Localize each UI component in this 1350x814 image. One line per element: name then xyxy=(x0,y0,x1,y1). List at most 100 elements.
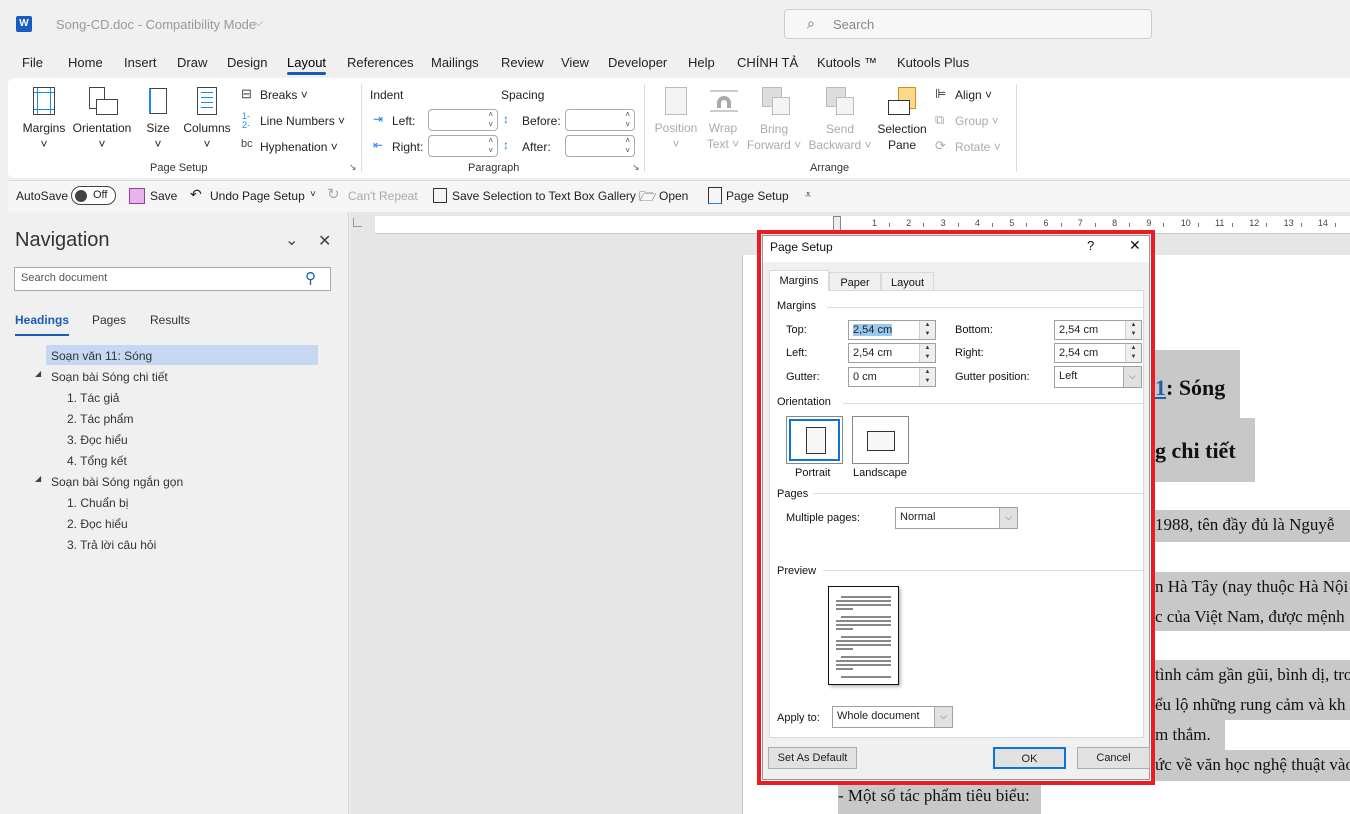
ruler-number: 8 xyxy=(1112,218,1118,228)
position-button[interactable]: Position ˅ xyxy=(650,120,702,152)
tab-view[interactable]: View xyxy=(561,55,589,70)
heading-item[interactable]: Soạn bài Sóng chi tiết xyxy=(51,370,168,384)
indent-left-input[interactable] xyxy=(428,109,498,131)
breaks-button[interactable]: Breaks ˅ xyxy=(260,88,308,102)
tab-review[interactable]: Review xyxy=(501,55,544,70)
group-button[interactable]: Group ˅ xyxy=(955,114,999,128)
tab-references[interactable]: References xyxy=(347,55,413,70)
orientation-button[interactable]: Orientation ˅ xyxy=(70,120,134,152)
wrap-text-button[interactable]: Wrap Text ˅ xyxy=(702,120,744,152)
spinner[interactable]: ▲ ▼ xyxy=(1125,321,1141,339)
tab-insert[interactable]: Insert xyxy=(124,55,157,70)
close-icon[interactable]: ✕ xyxy=(318,231,331,251)
tab-kutools-plus[interactable]: Kutools Plus xyxy=(897,55,969,70)
close-icon[interactable]: ✕ xyxy=(1129,237,1141,254)
document-title[interactable]: Song-CD.doc - Compatibility Mode xyxy=(56,17,256,32)
save-button[interactable]: Save xyxy=(150,189,177,203)
toggle-knob xyxy=(75,190,87,202)
tab-ch-nh-t-[interactable]: CHÍNH TẢ xyxy=(737,55,798,70)
heading-item[interactable]: 3. Trả lời câu hỏi xyxy=(67,538,156,552)
margins-button[interactable]: Margins ˅ xyxy=(20,120,68,152)
undo-button[interactable]: Undo Page Setup xyxy=(210,189,305,203)
tab-help[interactable]: Help xyxy=(688,55,715,70)
nav-tab-results[interactable]: Results xyxy=(150,313,190,327)
tab-design[interactable]: Design xyxy=(227,55,267,70)
bottom-margin-input[interactable]: 2,54 cm ▲ ▼ xyxy=(1054,320,1142,340)
size-button[interactable]: Size ˅ xyxy=(140,120,176,152)
gutter-input[interactable]: 0 cm ▲ ▼ xyxy=(848,367,936,387)
tab-kutools-[interactable]: Kutools ™ xyxy=(817,55,877,70)
collapse-triangle-icon[interactable]: ◢ xyxy=(35,474,41,483)
nav-tab-headings[interactable]: Headings xyxy=(15,313,70,336)
open-button[interactable]: Open xyxy=(659,189,688,203)
search-box[interactable]: ⌕ Search xyxy=(784,9,1152,39)
dialog-tab-margins[interactable]: Margins xyxy=(769,270,829,291)
spinner[interactable]: ▲ ▼ xyxy=(919,344,935,362)
tab-developer[interactable]: Developer xyxy=(608,55,667,70)
nav-tab-pages[interactable]: Pages xyxy=(92,313,126,327)
page-setup-button[interactable]: Page Setup xyxy=(726,189,789,203)
ruler-number: 14 xyxy=(1317,218,1328,228)
paragraph-launcher-icon[interactable]: ↘ xyxy=(632,162,640,173)
tab-home[interactable]: Home xyxy=(68,55,103,70)
page-setup-launcher-icon[interactable]: ↘ xyxy=(349,162,357,173)
align-button[interactable]: Align ˅ xyxy=(955,88,992,102)
send-label: Send xyxy=(825,122,855,136)
bring-forward-button[interactable]: Bring Forward ˅ xyxy=(745,121,803,153)
nav-options-icon[interactable]: ⌄ xyxy=(285,230,298,250)
ok-button[interactable]: OK xyxy=(993,747,1066,769)
spinner[interactable]: ▲ ▼ xyxy=(919,368,935,386)
tab-layout[interactable]: Layout xyxy=(287,55,327,75)
divider xyxy=(827,307,1143,308)
spacing-before-input[interactable] xyxy=(565,109,635,131)
heading-item[interactable]: 1. Chuẩn bị xyxy=(67,496,128,510)
divider xyxy=(843,403,1143,404)
line-numbers-button[interactable]: Line Numbers ˅ xyxy=(260,114,345,128)
autosave-toggle[interactable]: Off xyxy=(71,186,116,205)
hyphenation-button[interactable]: Hyphenation ˅ xyxy=(260,140,338,154)
heading-item[interactable]: 4. Tổng kết xyxy=(67,454,127,468)
align-label: Align xyxy=(955,88,982,102)
columns-button[interactable]: Columns ˅ xyxy=(180,120,234,152)
undo-dropdown-icon[interactable]: ˅ xyxy=(310,189,316,200)
heading-item[interactable]: Soạn văn 11: Sóng xyxy=(51,349,152,363)
rotate-button[interactable]: Rotate ˅ xyxy=(955,140,1001,154)
left-margin-input[interactable]: 2,54 cm ▲ ▼ xyxy=(848,343,936,363)
spinner[interactable]: ▲ ▼ xyxy=(1125,344,1141,362)
spacing-after-input[interactable] xyxy=(565,135,635,157)
selection-pane-button[interactable]: Selection Pane xyxy=(875,121,929,153)
dialog-tab-paper[interactable]: Paper xyxy=(829,272,881,291)
top-margin-input[interactable]: 2,54 cm ▲ ▼ xyxy=(848,320,936,340)
heading-link[interactable]: 1 xyxy=(1155,375,1166,400)
tab-mailings[interactable]: Mailings xyxy=(431,55,479,70)
tab-file[interactable]: File xyxy=(22,55,43,70)
heading-item[interactable]: 2. Tác phẩm xyxy=(67,412,133,426)
apply-to-select[interactable]: Whole document ⌵ xyxy=(832,706,953,728)
right-margin-input[interactable]: 2,54 cm ▲ ▼ xyxy=(1054,343,1142,363)
word-logo-icon: W xyxy=(16,16,32,32)
help-button[interactable]: ? xyxy=(1087,238,1094,253)
repeat-button[interactable]: Can't Repeat xyxy=(348,189,418,203)
heading-item[interactable]: Soạn bài Sóng ngắn gọn xyxy=(51,475,183,489)
indent-right-input[interactable] xyxy=(428,135,498,157)
cancel-button[interactable]: Cancel xyxy=(1077,747,1150,769)
send-backward-button[interactable]: Send Backward ˅ xyxy=(805,121,875,153)
heading-1: 1: Sóng xyxy=(1155,350,1240,418)
search-document-input[interactable]: Search document ⚲ xyxy=(14,267,331,291)
gutter-position-select[interactable]: Left ⌵ xyxy=(1054,366,1142,388)
tab-draw[interactable]: Draw xyxy=(177,55,207,70)
heading-item[interactable]: 2. Đọc hiểu xyxy=(67,517,128,531)
multiple-pages-select[interactable]: Normal ⌵ xyxy=(895,507,1018,529)
landscape-button[interactable] xyxy=(852,416,909,464)
portrait-button[interactable] xyxy=(786,416,843,464)
dialog-tab-layout[interactable]: Layout xyxy=(881,272,934,291)
set-as-default-button[interactable]: Set As Default xyxy=(768,747,857,769)
collapse-triangle-icon[interactable]: ◢ xyxy=(35,369,41,378)
save-selection-button[interactable]: Save Selection to Text Box Gallery xyxy=(452,189,636,203)
bring-label-2: Forward xyxy=(746,138,791,152)
customize-qat-icon[interactable]: ⩡ xyxy=(805,189,811,202)
heading-item[interactable]: 1. Tác giả xyxy=(67,391,119,405)
heading-item[interactable]: 3. Đọc hiểu xyxy=(67,433,128,447)
search-icon[interactable]: ⚲ xyxy=(305,269,316,287)
spinner[interactable]: ▲ ▼ xyxy=(919,321,935,339)
